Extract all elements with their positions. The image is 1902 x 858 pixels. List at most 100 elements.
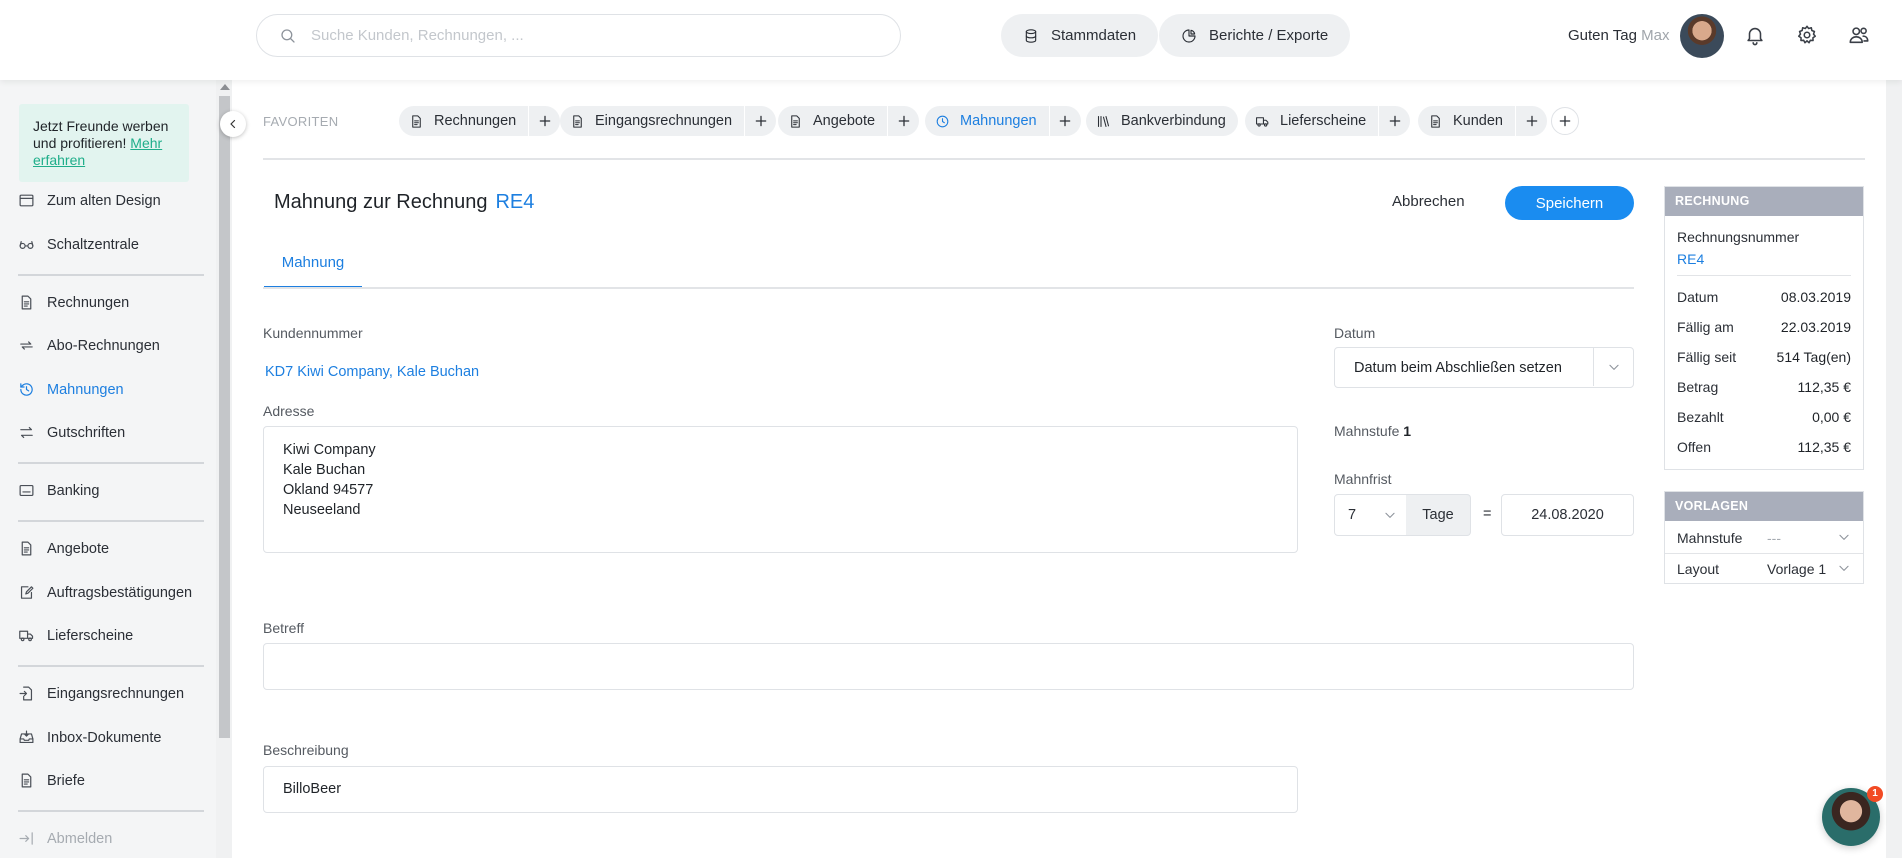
template-layout-label: Layout xyxy=(1677,561,1720,577)
invoice-row-value: 112,35 € xyxy=(1797,379,1851,395)
plus-icon xyxy=(1558,114,1572,128)
avatar[interactable] xyxy=(1680,14,1724,58)
invoice-number-link[interactable]: RE4 xyxy=(1677,251,1704,267)
tab-reminder[interactable]: Mahnung xyxy=(264,254,362,289)
date-label: Datum xyxy=(1334,325,1376,341)
settings-button[interactable] xyxy=(1796,24,1818,46)
clock-icon xyxy=(935,114,960,129)
sidebar-item-credit-notes[interactable]: Gutschriften xyxy=(18,424,125,441)
deadline-unit: Tage xyxy=(1406,494,1471,536)
sidebar-item-incoming-invoices[interactable]: Eingangsrechnungen xyxy=(18,685,184,702)
main-scrollbar[interactable] xyxy=(1886,80,1902,858)
scroll-up-arrow-icon[interactable] xyxy=(220,84,230,90)
template-level-label: Mahnstufe xyxy=(1677,530,1743,546)
reminder-level-value: 1 xyxy=(1403,423,1412,439)
deadline-date-input[interactable]: 24.08.2020 xyxy=(1501,494,1634,536)
users-button[interactable] xyxy=(1848,24,1870,46)
favorite-link[interactable]: Rechnungen xyxy=(399,106,528,136)
template-level-value: --- xyxy=(1767,530,1781,546)
favorite-add-button[interactable] xyxy=(744,106,776,136)
add-favorite-button[interactable] xyxy=(1551,107,1579,135)
sidebar-item-logout[interactable]: Abmelden xyxy=(18,830,112,847)
favorite-add-button[interactable] xyxy=(887,106,919,136)
master-data-button[interactable]: Stammdaten xyxy=(1001,14,1159,57)
sidebar-item-label: Zum alten Design xyxy=(47,192,161,209)
sidebar-item-order-confirmations[interactable]: Auftragsbestätigungen xyxy=(18,584,192,601)
subject-label: Betreff xyxy=(263,620,304,636)
sidebar-item-banking[interactable]: Banking xyxy=(18,482,99,499)
sidebar-item-label: Inbox-Dokumente xyxy=(47,729,162,746)
favorite-add-button[interactable] xyxy=(1378,106,1410,136)
favorite-offers[interactable]: Angebote xyxy=(778,106,920,136)
favorite-invoices[interactable]: Rechnungen xyxy=(399,106,561,136)
description-label: Beschreibung xyxy=(263,742,349,758)
address-line: Neuseeland xyxy=(283,502,361,518)
search-box[interactable] xyxy=(256,14,901,57)
sidebar: Jetzt Freunde werben und profitieren! Me… xyxy=(0,80,216,858)
sidebar-item-label: Rechnungen xyxy=(47,294,130,311)
favorite-link[interactable]: Eingangsrechnungen xyxy=(560,106,744,136)
collapse-sidebar-button[interactable] xyxy=(220,111,246,137)
sidebar-item-label: Abmelden xyxy=(47,830,113,847)
template-level-select[interactable]: --- xyxy=(1767,527,1853,549)
favorite-label: Bankverbindung xyxy=(1121,113,1226,129)
user-name: Max xyxy=(1641,27,1670,44)
sidebar-item-label: Schaltzentrale xyxy=(47,236,139,253)
favorite-bank-details[interactable]: Bankverbindung xyxy=(1086,106,1238,136)
document-icon xyxy=(18,540,47,557)
favorite-link[interactable]: Angebote xyxy=(778,106,887,136)
favorite-add-button[interactable] xyxy=(1048,106,1081,136)
favorite-incoming-invoices[interactable]: Eingangsrechnungen xyxy=(560,106,777,136)
invoice-ref-link[interactable]: RE4 xyxy=(495,191,534,213)
favorite-reminders[interactable]: Mahnungen xyxy=(925,106,1081,136)
logout-icon xyxy=(18,830,47,847)
document-icon xyxy=(18,294,47,311)
sidebar-item-inbox-documents[interactable]: Inbox-Dokumente xyxy=(18,729,161,746)
sidebar-item-old-design[interactable]: Zum alten Design xyxy=(18,192,161,209)
sidebar-item-reminders[interactable]: Mahnungen xyxy=(18,381,124,398)
template-layout-select[interactable]: Vorlage 1 xyxy=(1767,558,1853,580)
address-line: Okland 94577 xyxy=(283,482,374,498)
sidebar-scrollbar-thumb[interactable] xyxy=(219,96,230,738)
panel-divider xyxy=(1677,275,1851,276)
sidebar-item-label: Gutschriften xyxy=(47,424,126,441)
favorite-link[interactable]: Bankverbindung xyxy=(1086,106,1238,136)
reports-button[interactable]: Berichte / Exporte xyxy=(1159,14,1351,57)
history-icon xyxy=(18,381,47,398)
cancel-button[interactable]: Abbrechen xyxy=(1392,193,1465,210)
sidebar-item-offers[interactable]: Angebote xyxy=(18,540,109,557)
favorite-add-button[interactable] xyxy=(1515,106,1547,136)
bell-icon xyxy=(1744,24,1766,46)
save-button[interactable]: Speichern xyxy=(1505,186,1634,220)
sidebar-item-invoices[interactable]: Rechnungen xyxy=(18,294,129,311)
sidebar-item-subscriptions[interactable]: Abo-Rechnungen xyxy=(18,337,160,354)
address-textarea[interactable]: Kiwi Company Kale Buchan Okland 94577 Ne… xyxy=(263,426,1298,553)
repeat-icon xyxy=(18,337,47,354)
favorite-link[interactable]: Lieferscheine xyxy=(1245,106,1378,136)
template-layout-value: Vorlage 1 xyxy=(1767,561,1827,577)
favorite-link[interactable]: Mahnungen xyxy=(925,106,1049,136)
invoice-row: Offen 112,35 € xyxy=(1677,439,1851,455)
favorite-add-button[interactable] xyxy=(528,106,560,136)
reports-label: Berichte / Exporte xyxy=(1209,27,1329,44)
favorite-link[interactable]: Kunden xyxy=(1418,106,1515,136)
favorite-label: Rechnungen xyxy=(434,113,517,129)
sidebar-item-control-center[interactable]: Schaltzentrale xyxy=(18,236,139,253)
favorite-delivery-notes[interactable]: Lieferscheine xyxy=(1245,106,1411,136)
customer-link[interactable]: KD7 Kiwi Company, Kale Buchan xyxy=(265,364,479,380)
chevron-down-icon xyxy=(1383,508,1397,522)
truck-icon xyxy=(18,627,47,644)
date-select[interactable]: Datum beim Abschließen setzen xyxy=(1334,347,1634,388)
promo-banner: Jetzt Freunde werben und profitieren! Me… xyxy=(19,104,189,182)
notifications-button[interactable] xyxy=(1744,24,1766,46)
invoice-number-label: Rechnungsnummer xyxy=(1677,229,1800,245)
panel-divider xyxy=(1665,553,1863,554)
sidebar-item-letters[interactable]: Briefe xyxy=(18,772,85,789)
invoice-row: Betrag 112,35 € xyxy=(1677,379,1851,395)
description-input[interactable]: BilloBeer xyxy=(263,766,1298,813)
favorite-customers[interactable]: Kunden xyxy=(1418,106,1547,136)
search-input[interactable] xyxy=(311,27,871,44)
sidebar-item-delivery-notes[interactable]: Lieferscheine xyxy=(18,627,133,644)
invoice-row-value: 0,00 € xyxy=(1812,409,1851,425)
subject-input[interactable] xyxy=(263,643,1634,690)
